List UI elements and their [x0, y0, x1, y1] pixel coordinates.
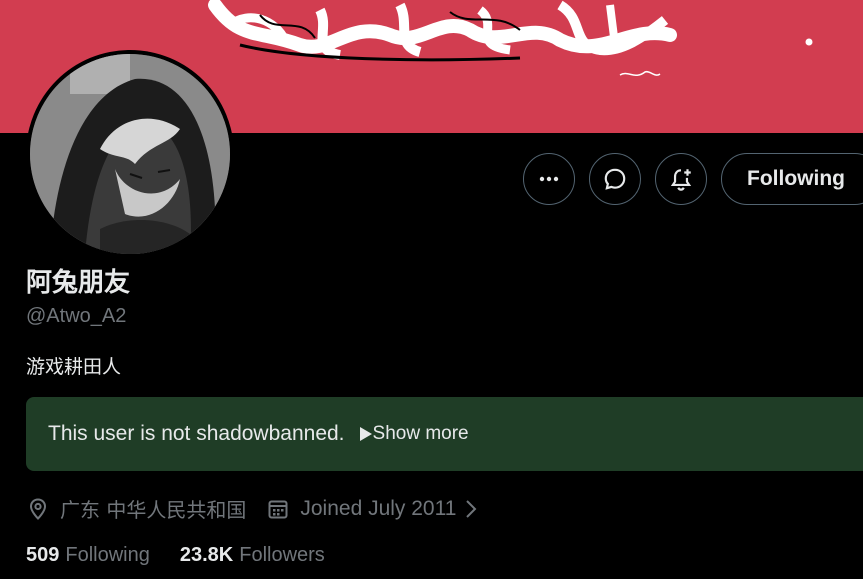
avatar-image: [30, 54, 230, 254]
more-horizontal-icon: [539, 176, 559, 182]
profile-meta: 广东 中华人民共和国 Joined July 2011: [26, 494, 480, 523]
calendar-icon: [268, 500, 288, 518]
user-bio: 游戏耕田人: [26, 356, 122, 378]
joined-label: Joined July 2011: [300, 496, 457, 520]
notify-button[interactable]: [655, 153, 707, 205]
following-stat[interactable]: 509 Following: [26, 544, 150, 567]
followers-count: 23.8K: [179, 544, 234, 566]
shadowban-notice: This user is not shadowbanned. Show more: [26, 397, 863, 471]
chevron-right-icon: [466, 499, 477, 518]
user-handle: @Atwo_A2: [26, 305, 127, 327]
following-count: 509: [26, 544, 60, 566]
followers-stat[interactable]: 23.8K Followers: [180, 544, 325, 567]
play-triangle-icon: [359, 427, 372, 441]
following-stat-label: Following: [65, 544, 150, 566]
user-location: 广东 中华人民共和国: [60, 498, 247, 522]
shadowban-text: This user is not shadowbanned.: [48, 422, 345, 445]
bell-plus-icon: [670, 169, 692, 191]
show-more-link[interactable]: Show more: [359, 423, 469, 445]
show-more-label: Show more: [372, 423, 469, 444]
following-button[interactable]: Following: [721, 153, 863, 205]
location-pin-icon: [29, 497, 47, 520]
avatar[interactable]: [26, 50, 234, 258]
joined-date[interactable]: Joined July 2011: [266, 497, 480, 521]
follow-stats: 509 Following 23.8K Followers: [26, 544, 325, 567]
message-button[interactable]: [589, 153, 641, 205]
followers-stat-label: Followers: [239, 544, 325, 566]
following-button-label: Following: [747, 167, 845, 190]
message-icon: [604, 168, 626, 190]
display-name: 阿兔朋友: [26, 268, 131, 298]
more-options-button[interactable]: [523, 153, 575, 205]
